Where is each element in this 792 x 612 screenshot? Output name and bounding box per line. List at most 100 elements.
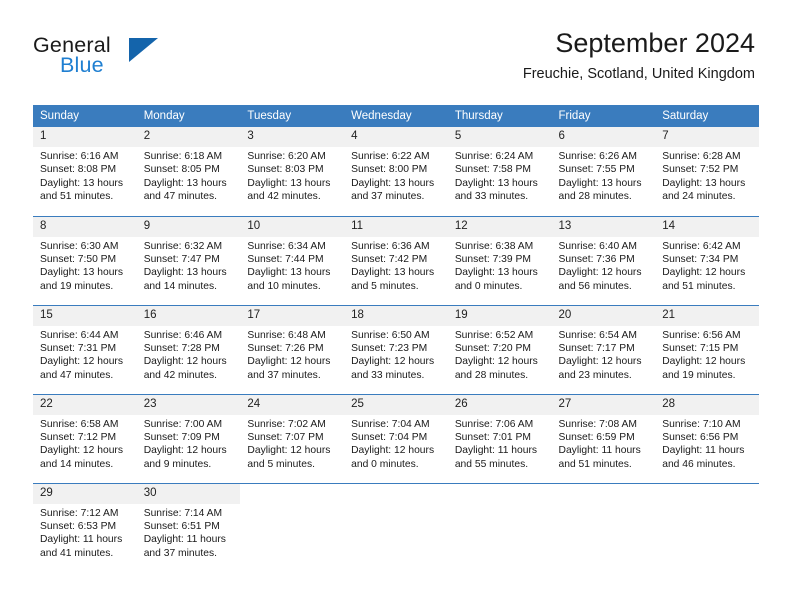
day-details: Sunrise: 6:54 AM Sunset: 7:17 PM Dayligh… xyxy=(552,326,656,383)
day-cell[interactable]: 12 Sunrise: 6:38 AM Sunset: 7:39 PM Dayl… xyxy=(447,215,552,305)
sunrise-text: Sunrise: 6:38 AM xyxy=(454,240,534,252)
sunrise-text: Sunrise: 7:08 AM xyxy=(558,418,637,430)
day-cell[interactable]: 27 Sunrise: 7:08 AM Sunset: 6:59 PM Dayl… xyxy=(551,393,656,483)
daylight-text-line1: Daylight: 12 hours xyxy=(247,356,331,368)
daylight-text-line2: and 42 minutes. xyxy=(143,369,217,381)
sunset-text: Sunset: 7:36 PM xyxy=(558,253,635,265)
day-details: Sunrise: 7:12 AM Sunset: 6:53 PM Dayligh… xyxy=(33,504,137,561)
day-cell[interactable]: 4 Sunrise: 6:22 AM Sunset: 8:00 PM Dayli… xyxy=(344,127,448,216)
sunrise-text: Sunrise: 6:58 AM xyxy=(40,418,119,430)
day-number: 1 xyxy=(33,127,137,147)
day-details xyxy=(655,491,759,494)
day-cell[interactable]: 19 Sunrise: 6:52 AM Sunset: 7:20 PM Dayl… xyxy=(447,304,552,394)
day-number: 29 xyxy=(33,483,137,504)
day-cell[interactable]: 25 Sunrise: 7:04 AM Sunset: 7:04 PM Dayl… xyxy=(344,393,448,483)
day-details: Sunrise: 6:30 AM Sunset: 7:50 PM Dayligh… xyxy=(33,237,137,294)
sunrise-text: Sunrise: 6:30 AM xyxy=(40,240,119,252)
sunset-text: Sunset: 8:03 PM xyxy=(247,164,324,176)
day-number: 19 xyxy=(447,305,552,326)
day-number: 11 xyxy=(344,216,448,237)
day-details: Sunrise: 7:10 AM Sunset: 6:56 PM Dayligh… xyxy=(655,415,759,472)
day-cell[interactable]: 30 Sunrise: 7:14 AM Sunset: 6:51 PM Dayl… xyxy=(136,482,241,572)
daylight-text-line2: and 19 minutes. xyxy=(40,280,114,292)
day-cell[interactable]: 23 Sunrise: 7:00 AM Sunset: 7:09 PM Dayl… xyxy=(136,393,241,483)
daylight-text-line1: Daylight: 11 hours xyxy=(40,534,123,546)
daylight-text-line2: and 14 minutes. xyxy=(40,458,114,470)
day-details: Sunrise: 6:34 AM Sunset: 7:44 PM Dayligh… xyxy=(240,237,344,294)
day-cell[interactable]: 2 Sunrise: 6:18 AM Sunset: 8:05 PM Dayli… xyxy=(136,127,241,216)
day-number: 12 xyxy=(447,216,552,237)
day-cell[interactable]: 28 Sunrise: 7:10 AM Sunset: 6:56 PM Dayl… xyxy=(655,393,759,483)
daylight-text-line2: and 19 minutes. xyxy=(662,369,736,381)
sunrise-text: Sunrise: 7:10 AM xyxy=(662,418,741,430)
daylight-text-line1: Daylight: 13 hours xyxy=(247,177,331,189)
sunset-text: Sunset: 6:53 PM xyxy=(40,520,117,532)
day-cell-empty xyxy=(447,482,552,572)
calendar-header-row: Sunday Monday Tuesday Wednesday Thursday… xyxy=(33,105,759,127)
sunrise-text: Sunrise: 6:32 AM xyxy=(143,240,223,252)
daylight-text-line1: Daylight: 12 hours xyxy=(143,445,227,457)
day-cell[interactable]: 20 Sunrise: 6:54 AM Sunset: 7:17 PM Dayl… xyxy=(551,304,656,394)
daylight-text-line2: and 47 minutes. xyxy=(143,191,217,203)
day-cell[interactable]: 18 Sunrise: 6:50 AM Sunset: 7:23 PM Dayl… xyxy=(344,304,448,394)
daylight-text-line1: Daylight: 12 hours xyxy=(351,356,435,368)
day-number: 14 xyxy=(655,216,759,237)
day-cell[interactable]: 22 Sunrise: 6:58 AM Sunset: 7:12 PM Dayl… xyxy=(33,393,137,483)
daylight-text-line2: and 42 minutes. xyxy=(247,191,321,203)
sunset-text: Sunset: 7:52 PM xyxy=(662,164,739,176)
daylight-text-line2: and 9 minutes. xyxy=(143,458,212,470)
daylight-text-line1: Daylight: 11 hours xyxy=(558,445,641,457)
sunset-text: Sunset: 7:55 PM xyxy=(558,164,635,176)
day-cell[interactable]: 13 Sunrise: 6:40 AM Sunset: 7:36 PM Dayl… xyxy=(551,215,656,305)
day-cell[interactable]: 5 Sunrise: 6:24 AM Sunset: 7:58 PM Dayli… xyxy=(447,127,552,216)
day-cell[interactable]: 15 Sunrise: 6:44 AM Sunset: 7:31 PM Dayl… xyxy=(33,304,137,394)
logo-text-blue: Blue xyxy=(60,53,104,77)
daylight-text-line1: Daylight: 13 hours xyxy=(558,177,642,189)
sunrise-text: Sunrise: 6:56 AM xyxy=(662,329,741,341)
daylight-text-line2: and 33 minutes. xyxy=(351,369,425,381)
day-cell[interactable]: 24 Sunrise: 7:02 AM Sunset: 7:07 PM Dayl… xyxy=(240,393,345,483)
daylight-text-line2: and 5 minutes. xyxy=(247,458,315,470)
sunset-text: Sunset: 7:15 PM xyxy=(662,342,739,354)
day-number: 22 xyxy=(33,394,137,415)
day-number xyxy=(551,483,656,491)
sunset-text: Sunset: 6:59 PM xyxy=(558,431,635,443)
day-number: 30 xyxy=(136,483,241,504)
day-number: 7 xyxy=(655,127,759,147)
daylight-text-line2: and 37 minutes. xyxy=(247,369,321,381)
day-cell[interactable]: 9 Sunrise: 6:32 AM Sunset: 7:47 PM Dayli… xyxy=(136,215,241,305)
day-number xyxy=(655,483,759,491)
sunset-text: Sunset: 7:20 PM xyxy=(454,342,531,354)
day-details: Sunrise: 6:28 AM Sunset: 7:52 PM Dayligh… xyxy=(655,147,759,204)
day-cell[interactable]: 3 Sunrise: 6:20 AM Sunset: 8:03 PM Dayli… xyxy=(240,127,345,216)
day-cell[interactable]: 14 Sunrise: 6:42 AM Sunset: 7:34 PM Dayl… xyxy=(655,215,759,305)
day-cell[interactable]: 16 Sunrise: 6:46 AM Sunset: 7:28 PM Dayl… xyxy=(136,304,241,394)
sunrise-text: Sunrise: 6:28 AM xyxy=(662,151,741,162)
day-cell[interactable]: 10 Sunrise: 6:34 AM Sunset: 7:44 PM Dayl… xyxy=(240,215,345,305)
day-cell[interactable]: 1 Sunrise: 6:16 AM Sunset: 8:08 PM Dayli… xyxy=(33,127,137,216)
day-cell[interactable]: 26 Sunrise: 7:06 AM Sunset: 7:01 PM Dayl… xyxy=(447,393,552,483)
daylight-text-line1: Daylight: 12 hours xyxy=(40,356,123,368)
sunrise-text: Sunrise: 6:44 AM xyxy=(40,329,119,341)
day-cell[interactable]: 29 Sunrise: 7:12 AM Sunset: 6:53 PM Dayl… xyxy=(33,482,137,572)
day-cell[interactable]: 6 Sunrise: 6:26 AM Sunset: 7:55 PM Dayli… xyxy=(551,127,656,216)
week-row: 8 Sunrise: 6:30 AM Sunset: 7:50 PM Dayli… xyxy=(33,215,759,305)
daylight-text-line2: and 0 minutes. xyxy=(351,458,419,470)
day-cell[interactable]: 17 Sunrise: 6:48 AM Sunset: 7:26 PM Dayl… xyxy=(240,304,345,394)
day-cell[interactable]: 8 Sunrise: 6:30 AM Sunset: 7:50 PM Dayli… xyxy=(33,215,137,305)
daylight-text-line2: and 51 minutes. xyxy=(40,191,114,203)
sunrise-text: Sunrise: 6:20 AM xyxy=(247,151,326,162)
daylight-text-line1: Daylight: 13 hours xyxy=(143,177,227,189)
day-cell-empty xyxy=(344,482,448,572)
day-cell[interactable]: 7 Sunrise: 6:28 AM Sunset: 7:52 PM Dayli… xyxy=(655,127,759,216)
daylight-text-line1: Daylight: 11 hours xyxy=(454,445,538,457)
day-cell[interactable]: 11 Sunrise: 6:36 AM Sunset: 7:42 PM Dayl… xyxy=(344,215,448,305)
day-cell[interactable]: 21 Sunrise: 6:56 AM Sunset: 7:15 PM Dayl… xyxy=(655,304,759,394)
day-number: 9 xyxy=(136,216,241,237)
daylight-text-line2: and 37 minutes. xyxy=(143,547,217,559)
sunrise-sunset-calendar: Sunday Monday Tuesday Wednesday Thursday… xyxy=(33,105,759,572)
sunrise-text: Sunrise: 6:16 AM xyxy=(40,151,119,162)
daylight-text-line2: and 37 minutes. xyxy=(351,191,425,203)
daylight-text-line2: and 51 minutes. xyxy=(662,280,736,292)
day-details: Sunrise: 6:40 AM Sunset: 7:36 PM Dayligh… xyxy=(552,237,656,294)
